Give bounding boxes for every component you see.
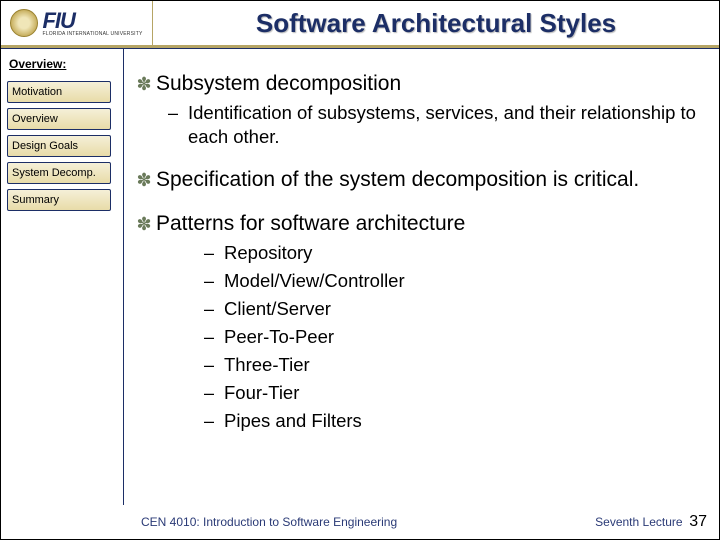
bullet-1-sub-1: – Identification of subsystems, services…	[168, 101, 699, 149]
bullet-3: ✽ Patterns for software architecture	[132, 211, 699, 237]
logo-text: FIU FLORIDA INTERNATIONAL UNIVERSITY	[42, 10, 142, 37]
dash-icon: –	[204, 297, 224, 321]
bullet-3-subs: –Repository –Model/View/Controller –Clie…	[168, 241, 699, 433]
dash-icon: –	[204, 325, 224, 349]
dash-icon: –	[204, 353, 224, 377]
content: ✽ Subsystem decomposition – Identificati…	[124, 49, 719, 505]
sub-text: Model/View/Controller	[224, 269, 405, 293]
list-item: –Four-Tier	[204, 381, 699, 405]
footer: CEN 4010: Introduction to Software Engin…	[1, 505, 719, 539]
sidebar-item-motivation[interactable]: Motivation	[7, 81, 111, 103]
seal-icon	[10, 9, 38, 37]
list-item: –Pipes and Filters	[204, 409, 699, 433]
logo: FIU FLORIDA INTERNATIONAL UNIVERSITY	[10, 9, 142, 37]
logo-fullname: FLORIDA INTERNATIONAL UNIVERSITY	[42, 32, 142, 37]
bullet-1: ✽ Subsystem decomposition	[132, 71, 699, 97]
sub-text: Three-Tier	[224, 353, 310, 377]
body: Overview: Motivation Overview Design Goa…	[1, 49, 719, 505]
logo-acronym: FIU	[42, 10, 142, 32]
bullet-text: Specification of the system decompositio…	[156, 167, 639, 193]
sidebar-item-summary[interactable]: Summary	[7, 189, 111, 211]
bullet-text: Subsystem decomposition	[156, 71, 401, 97]
footer-course: CEN 4010: Introduction to Software Engin…	[141, 515, 397, 529]
dash-icon: –	[204, 409, 224, 433]
list-item: –Peer-To-Peer	[204, 325, 699, 349]
page-title: Software Architectural Styles	[256, 8, 616, 39]
dash-icon: –	[204, 241, 224, 265]
sub-text: Pipes and Filters	[224, 409, 362, 433]
title-box: Software Architectural Styles	[153, 1, 719, 48]
sub-text: Identification of subsystems, services, …	[188, 101, 699, 149]
sub-text: Repository	[224, 241, 312, 265]
bullet-text: Patterns for software architecture	[156, 211, 465, 237]
sidebar-item-system-decomp[interactable]: System Decomp.	[7, 162, 111, 184]
dash-icon: –	[168, 101, 188, 125]
sidebar-item-overview[interactable]: Overview	[7, 108, 111, 130]
list-item: –Client/Server	[204, 297, 699, 321]
footer-page: 37	[689, 513, 707, 531]
star-icon: ✽	[132, 71, 156, 97]
star-icon: ✽	[132, 167, 156, 193]
star-icon: ✽	[132, 211, 156, 237]
slide: FIU FLORIDA INTERNATIONAL UNIVERSITY Sof…	[0, 0, 720, 540]
header: FIU FLORIDA INTERNATIONAL UNIVERSITY Sof…	[1, 1, 719, 49]
footer-lecture: Seventh Lecture	[595, 515, 682, 529]
logo-box: FIU FLORIDA INTERNATIONAL UNIVERSITY	[1, 1, 153, 48]
sub-text: Client/Server	[224, 297, 331, 321]
sidebar: Overview: Motivation Overview Design Goa…	[1, 49, 124, 505]
list-item: –Three-Tier	[204, 353, 699, 377]
sub-text: Four-Tier	[224, 381, 299, 405]
list-item: –Model/View/Controller	[204, 269, 699, 293]
dash-icon: –	[204, 269, 224, 293]
dash-icon: –	[204, 381, 224, 405]
sub-text: Peer-To-Peer	[224, 325, 334, 349]
bullet-2: ✽ Specification of the system decomposit…	[132, 167, 699, 193]
sidebar-heading: Overview:	[7, 57, 113, 71]
list-item: –Repository	[204, 241, 699, 265]
sidebar-item-design-goals[interactable]: Design Goals	[7, 135, 111, 157]
